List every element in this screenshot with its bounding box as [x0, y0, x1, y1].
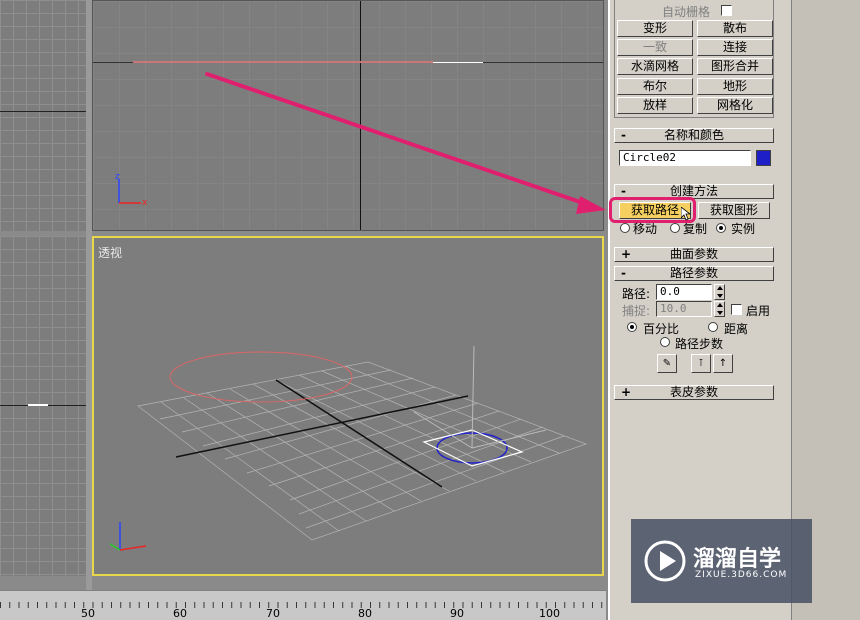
conform-button[interactable]: 一致: [617, 39, 693, 56]
auto-grid-checkbox[interactable]: [721, 5, 732, 16]
instance-radio[interactable]: [716, 223, 726, 233]
object-name-field[interactable]: Circle02: [619, 150, 751, 166]
percentage-radio[interactable]: [627, 322, 637, 332]
scatter-button[interactable]: 散布: [697, 20, 773, 37]
timeline-ruler[interactable]: 50 60 70 80 90 100: [0, 590, 606, 620]
boolean-button[interactable]: 布尔: [617, 78, 693, 95]
instance-label: 实例: [731, 222, 756, 236]
connect-button[interactable]: 连接: [697, 39, 773, 56]
auto-grid-label: 自动栅格: [662, 5, 711, 19]
play-logo-icon: [644, 540, 686, 582]
get-shape-button[interactable]: 获取图形: [698, 202, 770, 219]
loft-button[interactable]: 放样: [617, 97, 693, 114]
copy-label: 复制: [683, 222, 708, 236]
blobmesh-button[interactable]: 水滴网格: [617, 58, 693, 75]
next-shape-icon[interactable]: ↑: [713, 354, 733, 373]
snap-label: 捕捉:: [622, 304, 651, 318]
mouse-cursor-icon: [681, 207, 691, 221]
snap-spinner[interactable]: [714, 301, 725, 317]
ruler-tick-label: 100: [539, 607, 560, 620]
copy-radio[interactable]: [670, 223, 680, 233]
path-steps-radio[interactable]: [660, 337, 670, 347]
name-color-rollout[interactable]: - 名称和颜色: [614, 128, 774, 143]
mesher-button[interactable]: 网格化: [697, 97, 773, 114]
ruler-tick-label: 80: [358, 607, 372, 620]
ruler-tick-label: 60: [173, 607, 187, 620]
distance-radio[interactable]: [708, 322, 718, 332]
path-spinner[interactable]: [714, 284, 725, 300]
terrain-button[interactable]: 地形: [697, 78, 773, 95]
path-params-rollout[interactable]: - 路径参数: [614, 266, 774, 281]
watermark-brand: 溜溜自学: [693, 547, 782, 572]
shapemerge-button[interactable]: 图形合并: [697, 58, 773, 75]
snap-value-field[interactable]: 10.0: [656, 301, 712, 317]
watermark: 溜溜自学 ZIXUE.3D66.COM: [631, 519, 812, 603]
pick-shape-icon[interactable]: ✎: [657, 354, 677, 373]
percentage-label: 百分比: [643, 322, 680, 336]
watermark-url: ZIXUE.3D66.COM: [695, 570, 788, 580]
ruler-tick-label: 90: [450, 607, 464, 620]
skin-params-rollout[interactable]: + 表皮参数: [614, 385, 774, 400]
distance-label: 距离: [724, 322, 749, 336]
ruler-tick-label: 70: [266, 607, 280, 620]
snap-enable-checkbox[interactable]: [731, 304, 742, 315]
morph-button[interactable]: 变形: [617, 20, 693, 37]
previous-shape-icon[interactable]: ⊺: [691, 354, 711, 373]
move-radio[interactable]: [620, 223, 630, 233]
path-steps-label: 路径步数: [675, 337, 724, 351]
move-label: 移动: [633, 222, 658, 236]
ruler-tick-label: 50: [81, 607, 95, 620]
path-value-field[interactable]: 0.0: [656, 284, 712, 300]
object-color-swatch[interactable]: [756, 150, 771, 166]
surface-params-rollout[interactable]: + 曲面参数: [614, 247, 774, 262]
path-label: 路径:: [622, 287, 651, 301]
enable-label: 启用: [746, 304, 771, 318]
